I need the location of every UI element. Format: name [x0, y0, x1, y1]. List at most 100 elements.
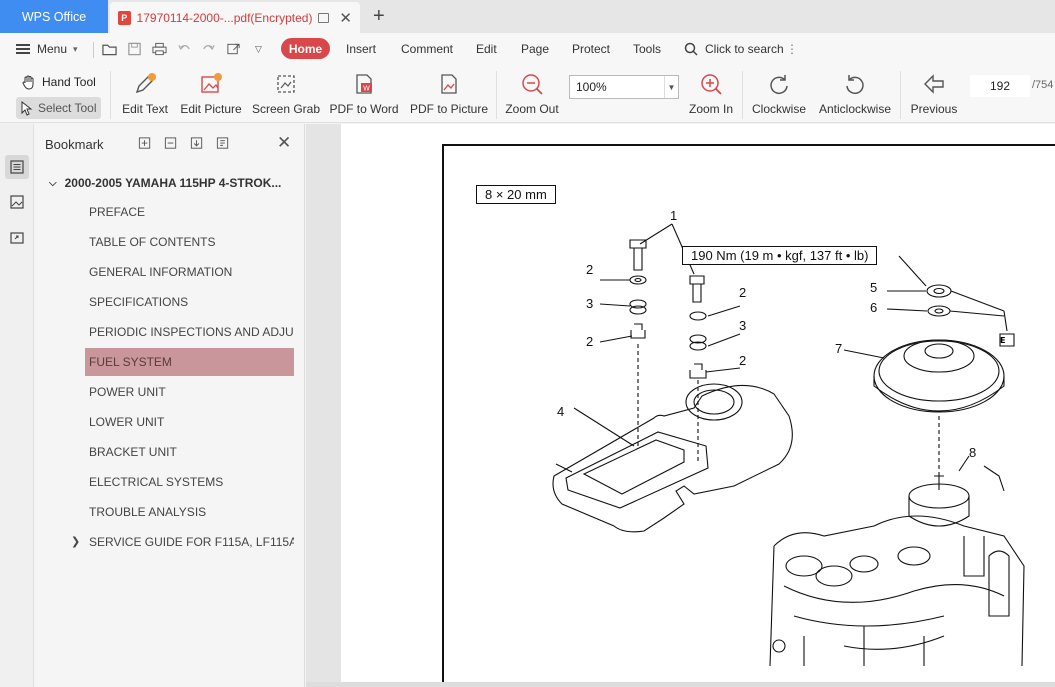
collapse-bookmark-icon[interactable]: [163, 136, 179, 151]
bookmark-item-lower-unit[interactable]: LOWER UNIT: [85, 408, 294, 436]
edit-text-button[interactable]: Edit Text: [122, 65, 168, 123]
bookmark-item-bracket-unit[interactable]: BRACKET UNIT: [85, 438, 294, 466]
zoom-level-value: 100%: [576, 80, 607, 94]
bookmark-options-icon[interactable]: [215, 136, 231, 151]
undo-icon[interactable]: [177, 42, 192, 56]
arrow-left-icon: [924, 74, 944, 94]
page-total-label: /754: [1032, 79, 1054, 91]
pdf-file-icon: P: [118, 10, 131, 25]
tab-page[interactable]: Page: [521, 33, 549, 65]
tab-home[interactable]: Home: [281, 38, 330, 59]
rotate-anticlockwise-button[interactable]: Anticlockwise: [819, 65, 891, 123]
bookmark-root[interactable]: ⌵ 2000-2005 YAMAHA 115HP 4-STROK...: [49, 176, 281, 190]
previous-page-button[interactable]: Previous: [908, 65, 960, 123]
zoom-level-select[interactable]: 100% ▼: [569, 75, 679, 99]
clockwise-label: Clockwise: [752, 102, 807, 116]
tab-insert[interactable]: Insert: [346, 33, 376, 65]
edit-text-label: Edit Text: [122, 102, 168, 116]
chevron-right-icon[interactable]: ❯: [71, 535, 80, 548]
edit-text-icon: [135, 73, 156, 94]
page-number-input[interactable]: 192: [970, 75, 1030, 97]
document-viewport[interactable]: E 8 × 20 mm 190 Nm (19 m • kgf, 137 ft •…: [306, 124, 1055, 687]
app-tab-wps-office[interactable]: WPS Office: [0, 0, 108, 33]
hand-tool-button[interactable]: Hand Tool: [16, 71, 101, 93]
document-tab-title: 17970114-2000-...pdf(Encrypted): [136, 10, 313, 25]
tab-comment[interactable]: Comment: [401, 33, 453, 65]
left-icon-rail: [0, 124, 34, 687]
thumbnail-panel-toggle[interactable]: [5, 190, 29, 214]
pdf-to-picture-button[interactable]: PDF to Picture: [409, 65, 489, 123]
bookmark-item-table-of-contents[interactable]: TABLE OF CONTENTS: [85, 228, 294, 256]
divider: [93, 42, 94, 58]
pdf-to-picture-label: PDF to Picture: [409, 102, 489, 116]
bookmark-item-general-information[interactable]: GENERAL INFORMATION: [85, 258, 294, 286]
pdf-to-word-icon: W: [356, 74, 372, 94]
rotate-clockwise-button[interactable]: Clockwise: [752, 65, 806, 123]
anticlockwise-label: Anticlockwise: [818, 102, 892, 116]
screen-grab-icon: [277, 75, 295, 93]
zoom-in-label: Zoom In: [688, 102, 733, 116]
open-folder-icon[interactable]: [102, 42, 117, 56]
more-options-icon[interactable]: ⋮: [786, 33, 798, 65]
bookmark-item-specifications[interactable]: SPECIFICATIONS: [85, 288, 294, 316]
search-box[interactable]: Click to search: [684, 33, 784, 65]
monitor-icon[interactable]: [318, 12, 330, 23]
zoom-out-icon: [522, 74, 543, 95]
part-number-label: 1: [670, 208, 678, 223]
zoom-in-button[interactable]: Zoom In: [686, 65, 736, 123]
part-number-label: 2: [586, 334, 594, 349]
edit-picture-button[interactable]: Edit Picture: [180, 65, 242, 123]
menu-button[interactable]: Menu ▾: [16, 33, 78, 65]
tab-edit[interactable]: Edit: [476, 33, 497, 65]
save-icon[interactable]: [127, 42, 142, 56]
bookmark-item-fuel-system[interactable]: FUEL SYSTEM: [85, 348, 294, 376]
menu-bar: Menu ▾ ▽ Home Insert Comment Edit Page P…: [0, 33, 1055, 65]
divider: [496, 71, 497, 119]
bookmark-panel-toggle[interactable]: [5, 155, 29, 179]
bookmark-item-preface[interactable]: PREFACE: [85, 198, 294, 226]
add-bookmark-icon[interactable]: [137, 136, 153, 151]
rotate-anticlockwise-icon: [846, 75, 864, 95]
part-number-label: 7: [835, 341, 843, 356]
torque-spec-callout: 190 Nm (19 m • kgf, 137 ft • lb): [682, 246, 878, 265]
chevron-down-icon[interactable]: ▼: [664, 76, 678, 98]
tab-protect[interactable]: Protect: [572, 33, 610, 65]
chevron-down-icon[interactable]: ⌵: [49, 178, 57, 189]
bookmark-item-service-guide[interactable]: SERVICE GUIDE FOR F115A, LF115A F...: [85, 528, 294, 556]
hand-icon: [22, 75, 34, 90]
part-number-label: 6: [870, 300, 878, 315]
bookmark-item-electrical-systems[interactable]: ELECTRICAL SYSTEMS: [85, 468, 294, 496]
select-tool-button[interactable]: Select Tool: [16, 97, 102, 119]
hand-tool-label: Hand Tool: [42, 75, 96, 89]
edit-picture-label: Edit Picture: [180, 102, 242, 116]
close-panel-icon[interactable]: ✕: [277, 133, 291, 153]
screen-grab-button[interactable]: Screen Grab: [251, 65, 321, 123]
bookmark-item-power-unit[interactable]: POWER UNIT: [85, 378, 294, 406]
part-number-label: 3: [739, 318, 747, 333]
close-tab-icon[interactable]: ✕: [339, 9, 352, 27]
edit-picture-icon: [201, 73, 222, 93]
horizontal-scrollbar[interactable]: [306, 682, 1055, 687]
screen-grab-label: Screen Grab: [251, 102, 321, 116]
chevron-down-icon: ▾: [73, 43, 78, 54]
tab-tools[interactable]: Tools: [633, 33, 661, 65]
expand-bookmark-icon[interactable]: [189, 136, 205, 151]
part-number-label: 5: [870, 280, 878, 295]
bookmark-item-trouble-analysis[interactable]: TROUBLE ANALYSIS: [85, 498, 294, 526]
document-tab[interactable]: P 17970114-2000-...pdf(Encrypted) ✕: [110, 2, 360, 33]
zoom-out-button[interactable]: Zoom Out: [505, 65, 559, 123]
divider: [110, 71, 111, 119]
part-number-label: 2: [586, 262, 594, 277]
cursor-arrow-icon: [21, 100, 33, 116]
print-icon[interactable]: [152, 42, 167, 56]
part-number-label: 4: [557, 404, 565, 419]
quick-access-dropdown-icon[interactable]: ▽: [255, 33, 262, 65]
pdf-to-picture-icon: [441, 74, 457, 94]
new-tab-plus-icon[interactable]: +: [373, 5, 385, 28]
attachment-panel-toggle[interactable]: [5, 226, 29, 250]
bookmark-item-periodic-inspections[interactable]: PERIODIC INSPECTIONS AND ADJUS...: [85, 318, 294, 346]
pdf-to-word-button[interactable]: W PDF to Word: [329, 65, 399, 123]
e-grease-glyph: E: [1000, 336, 1005, 345]
export-icon[interactable]: [226, 42, 241, 56]
redo-icon[interactable]: [201, 42, 216, 56]
